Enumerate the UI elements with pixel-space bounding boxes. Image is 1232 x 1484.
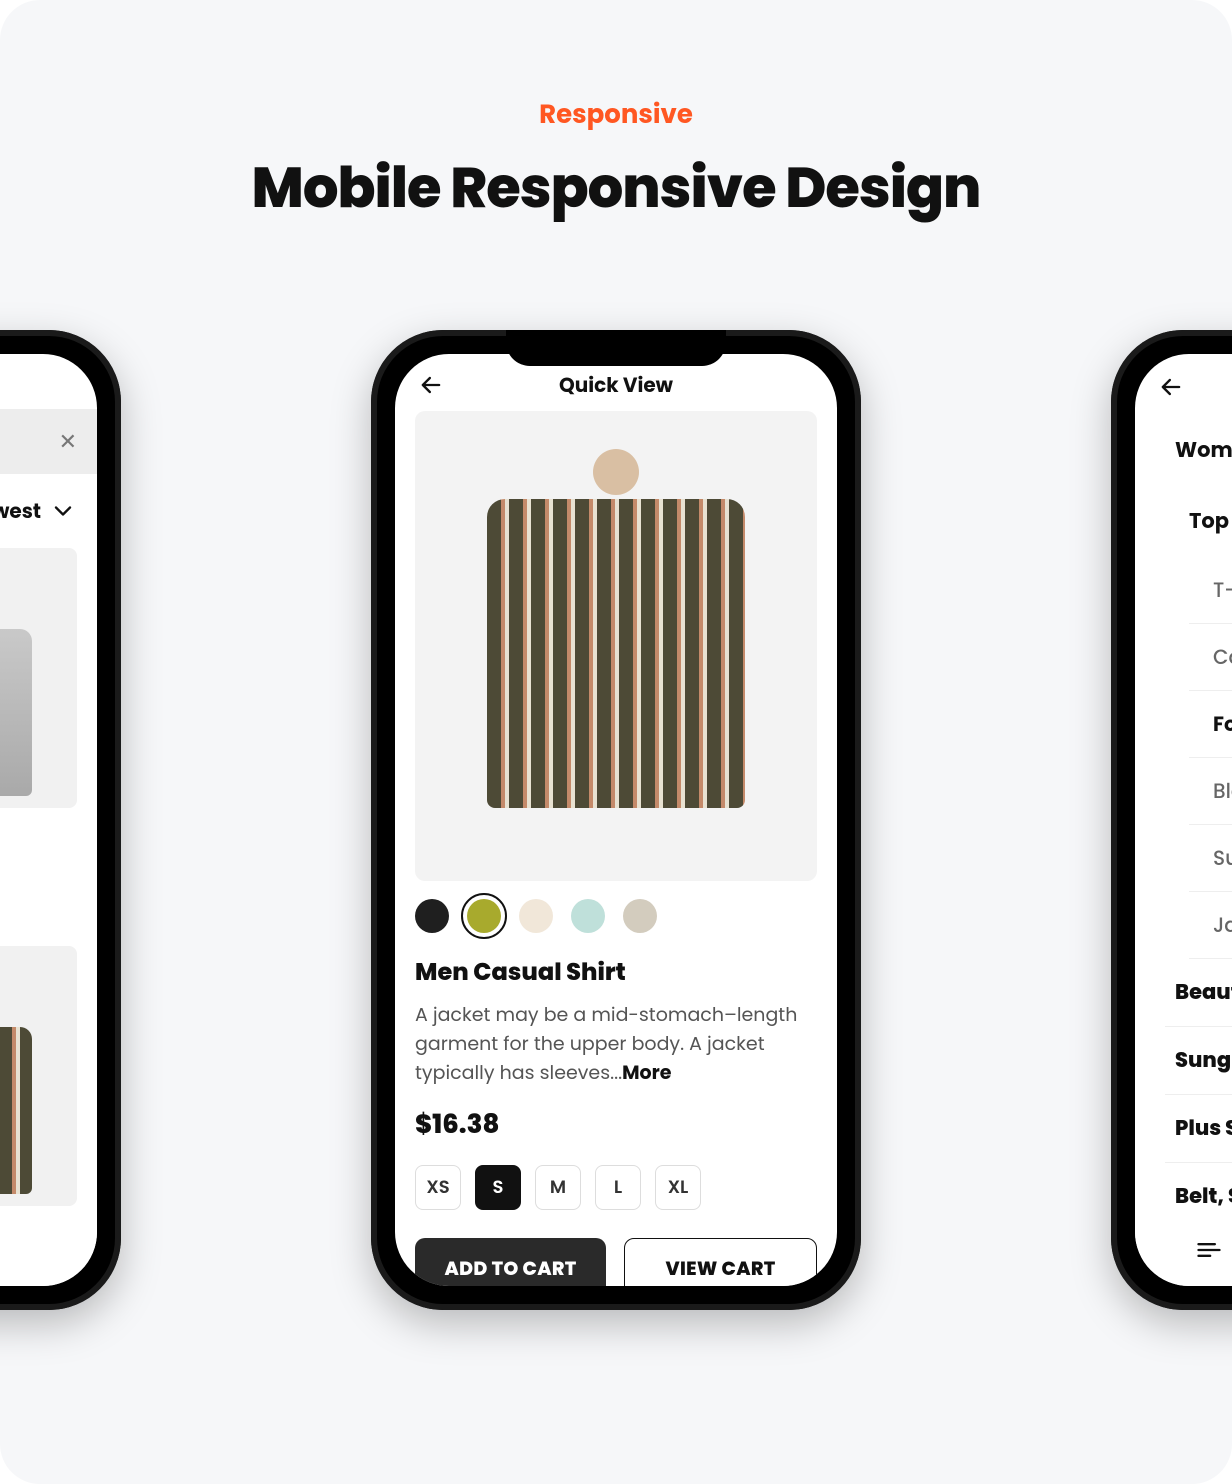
eyebrow: Responsive (0, 96, 1232, 135)
promo-banner: le. Selected Items. Details ✕ (0, 409, 97, 474)
category-women[interactable]: Women (1165, 415, 1232, 486)
arrow-left-icon (1157, 373, 1185, 401)
category-group[interactable]: Sunglasses & Frames (1165, 1027, 1232, 1095)
category-group[interactable]: Plus Size (1165, 1095, 1232, 1163)
color-swatches (415, 899, 817, 933)
menu-icon (1195, 1236, 1223, 1264)
user-icon (0, 1236, 1, 1264)
product-title: Men Casual Shirt (415, 955, 817, 990)
breadcrumb[interactable]: n / Casual Wear (0, 354, 77, 393)
back-button[interactable] (1155, 371, 1187, 403)
view-cart-button[interactable]: VIEW CART (624, 1238, 817, 1286)
size-option[interactable]: XL (655, 1165, 701, 1210)
phone-left: n / Casual Wear le. Selected Items. Deta… (0, 330, 121, 1310)
color-swatch[interactable] (571, 899, 605, 933)
size-picker: XS SML XL (415, 1165, 817, 1210)
phone-center: Quick View Men Casual Shirt A jacket (371, 330, 861, 1310)
category-group[interactable]: Beauty & Personal Care (1165, 959, 1232, 1027)
phone-right: Cartsy. Women Top Wear T-ShirtCasual Shi… (1111, 330, 1232, 1310)
color-swatch[interactable] (623, 899, 657, 933)
subcategory-item[interactable]: Jackets (1189, 892, 1232, 959)
product-card[interactable]: Style Quotient Men Black top sleeveless.… (0, 548, 77, 924)
color-swatch[interactable] (415, 899, 449, 933)
nav-menu[interactable] (1191, 1232, 1227, 1268)
headline: Mobile Responsive Design (0, 145, 1232, 230)
subcategory-item[interactable]: Formal Shirts (1189, 691, 1232, 758)
more-link[interactable]: More (622, 1059, 671, 1086)
size-option[interactable]: XS (415, 1165, 461, 1210)
phone-notch (506, 330, 726, 366)
product-image[interactable] (415, 411, 817, 881)
sort-dropdown[interactable]: Newest (0, 496, 77, 526)
subcategory-item[interactable]: Blazwers & Coats (1189, 758, 1232, 825)
add-to-cart-button[interactable]: ADD TO CART (415, 1238, 606, 1286)
product-price: $16.38 (415, 1106, 817, 1145)
subcategory-item[interactable]: Casual Shirts (1189, 624, 1232, 691)
page-title: Quick View (559, 370, 673, 400)
group-top-wear[interactable]: Top Wear (1165, 486, 1232, 557)
color-swatch[interactable] (519, 899, 553, 933)
bottom-nav: 4 (0, 1212, 97, 1286)
arrow-left-icon (417, 371, 445, 399)
chevron-down-icon (49, 497, 77, 525)
size-option[interactable]: L (595, 1165, 641, 1210)
size-option[interactable]: S (475, 1165, 521, 1210)
product-description: A jacket may be a mid-stomach–length gar… (415, 1000, 817, 1088)
showcase-stage: Responsive Mobile Responsive Design n / … (0, 0, 1232, 1484)
color-swatch[interactable] (467, 899, 501, 933)
back-button[interactable] (415, 369, 447, 401)
subcategory-item[interactable]: Suits (1189, 825, 1232, 892)
close-icon[interactable]: ✕ (59, 425, 77, 458)
bottom-nav (1135, 1212, 1232, 1286)
nav-account[interactable] (0, 1232, 5, 1268)
subcategory-item[interactable]: T-Shirt (1189, 557, 1232, 624)
size-option[interactable]: M (535, 1165, 581, 1210)
